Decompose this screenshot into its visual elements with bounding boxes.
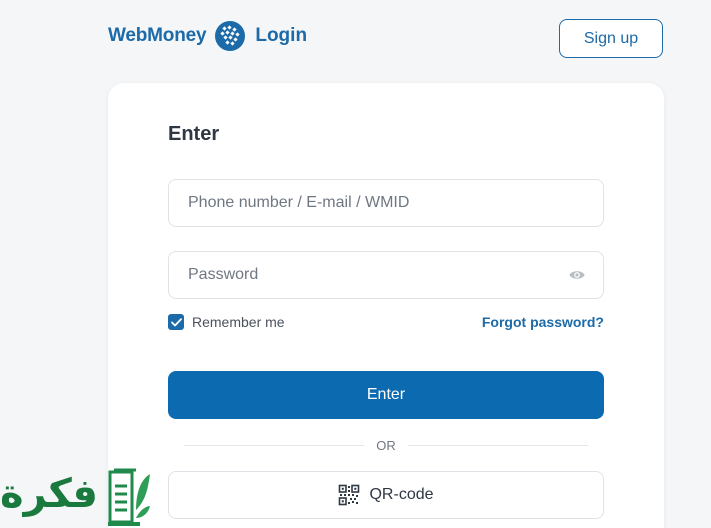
brand-name: WebMoney: [108, 25, 207, 46]
login-options-row: Remember me Forgot password?: [168, 312, 604, 332]
qr-code-button[interactable]: QR-code: [168, 471, 604, 519]
login-field[interactable]: [168, 179, 604, 227]
enter-button[interactable]: Enter: [168, 371, 604, 419]
remember-me-checkbox[interactable]: Remember me: [168, 314, 285, 330]
login-page: WebMoney Login Sign up Enter Phone numbe…: [0, 0, 711, 528]
watermark: فكرة: [0, 466, 152, 528]
remember-me-label: Remember me: [192, 314, 285, 330]
divider-label: OR: [376, 437, 396, 453]
checkmark-icon[interactable]: [168, 314, 184, 330]
qr-code-icon: [339, 484, 360, 506]
brand-logo[interactable]: WebMoney Login: [108, 18, 307, 54]
signup-button[interactable]: Sign up: [559, 19, 663, 58]
divider-line-left: [184, 444, 365, 446]
password-input[interactable]: [186, 265, 568, 285]
webmoney-globe-icon: [215, 21, 246, 51]
watermark-book-icon: [108, 468, 150, 526]
divider-line-right: [407, 444, 588, 446]
password-field[interactable]: [168, 251, 604, 299]
watermark-text: فكرة: [0, 471, 98, 517]
qr-code-label: QR-code: [369, 486, 434, 503]
login-input[interactable]: [186, 193, 586, 213]
eye-icon[interactable]: [568, 266, 586, 284]
login-card: Enter Remember me Forgot password?: [108, 83, 664, 528]
brand-login-label: Login: [255, 25, 308, 46]
or-divider: OR: [184, 437, 588, 453]
card-title: Enter: [168, 123, 220, 145]
forgot-password-link[interactable]: Forgot password?: [482, 314, 604, 330]
